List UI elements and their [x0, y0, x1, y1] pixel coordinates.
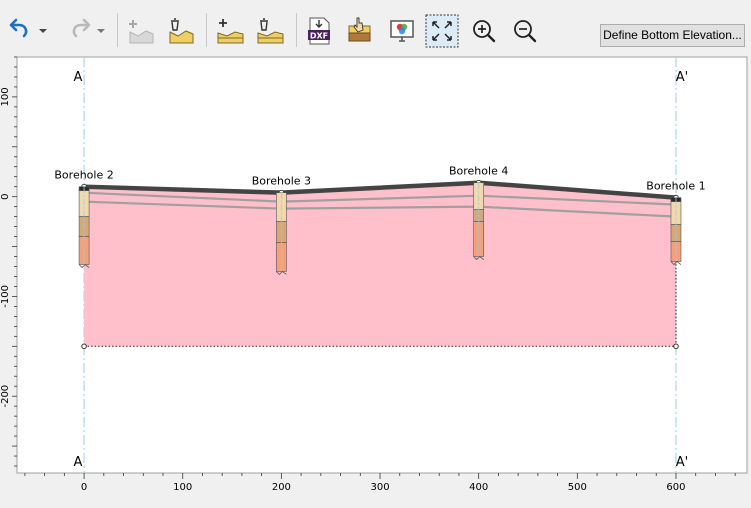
delete-layer-button[interactable]: [253, 14, 287, 48]
add-layer-icon: [217, 19, 244, 44]
add-layer-button[interactable]: [213, 14, 247, 48]
zoom-out-icon: [514, 20, 537, 43]
y-tick-label: 0: [0, 193, 11, 199]
x-tick-label: 300: [370, 482, 389, 493]
zoom-in-icon: [473, 20, 496, 43]
redo-icon: [72, 18, 91, 38]
undo-button[interactable]: [4, 14, 47, 48]
toolbar-separator: [296, 13, 297, 47]
y-tick-label: 100: [0, 87, 11, 106]
define-bottom-elevation-button[interactable]: Define Bottom Elevation...: [600, 24, 745, 47]
toolbar-separator: [206, 13, 207, 47]
zoom-in-button[interactable]: [467, 14, 501, 48]
borehole-label: Borehole 2: [54, 169, 113, 182]
borehole-label: Borehole 1: [646, 180, 705, 193]
add-boundary-icon: [129, 20, 154, 44]
svg-text:DXF: DXF: [310, 32, 328, 41]
borehole-label: Borehole 3: [252, 175, 311, 188]
export-dxf-button[interactable]: DXF: [302, 14, 336, 48]
delete-layer-icon: [257, 18, 284, 44]
borehole-label: Borehole 4: [449, 165, 508, 178]
undo-dropdown-chevron-icon: [39, 29, 47, 33]
section-label-start-top: A: [74, 70, 83, 85]
zoom-extents-button[interactable]: [425, 14, 459, 48]
delete-boundary-button[interactable]: [164, 14, 198, 48]
x-tick-label: 600: [666, 482, 685, 493]
zoom-out-button[interactable]: [508, 14, 542, 48]
undo-icon: [9, 18, 28, 38]
y-tick-label: -100: [0, 285, 11, 308]
x-tick-label: 100: [173, 482, 192, 493]
zoom-extents-icon: [425, 14, 459, 48]
display-options-button[interactable]: [385, 14, 419, 48]
bottom-vertex[interactable]: [81, 343, 87, 350]
add-boundary-button[interactable]: [124, 14, 158, 48]
status-strip: [0, 493, 751, 508]
toolbar: DXF Define Bottom Elevation...: [0, 0, 751, 56]
cross-section-chart[interactable]: Borehole 2 Borehole 3 Borehole 4 Borehole 1…: [0, 56, 751, 496]
delete-boundary-icon: [169, 18, 194, 44]
display-options-icon: [390, 20, 414, 42]
x-tick-label: 400: [469, 482, 488, 493]
x-tick-label: 500: [568, 482, 587, 493]
y-tick-label: -200: [0, 385, 11, 408]
section-label-end-bottom: A': [676, 455, 688, 470]
toolbar-separator: [117, 13, 118, 47]
redo-button[interactable]: [62, 14, 105, 48]
x-tick-label: 0: [81, 482, 87, 493]
layer-material-button[interactable]: [342, 14, 376, 48]
redo-dropdown-chevron-icon: [97, 29, 105, 33]
bottom-vertex[interactable]: [673, 343, 679, 350]
section-label-start-bottom: A: [74, 455, 83, 470]
layer-material-icon: [348, 17, 371, 42]
cross-section-view[interactable]: Borehole 2 Borehole 3 Borehole 4 Borehole 1…: [0, 56, 751, 496]
x-tick-label: 200: [272, 482, 291, 493]
section-label-end-top: A': [676, 70, 688, 85]
dxf-export-icon: DXF: [308, 17, 330, 45]
